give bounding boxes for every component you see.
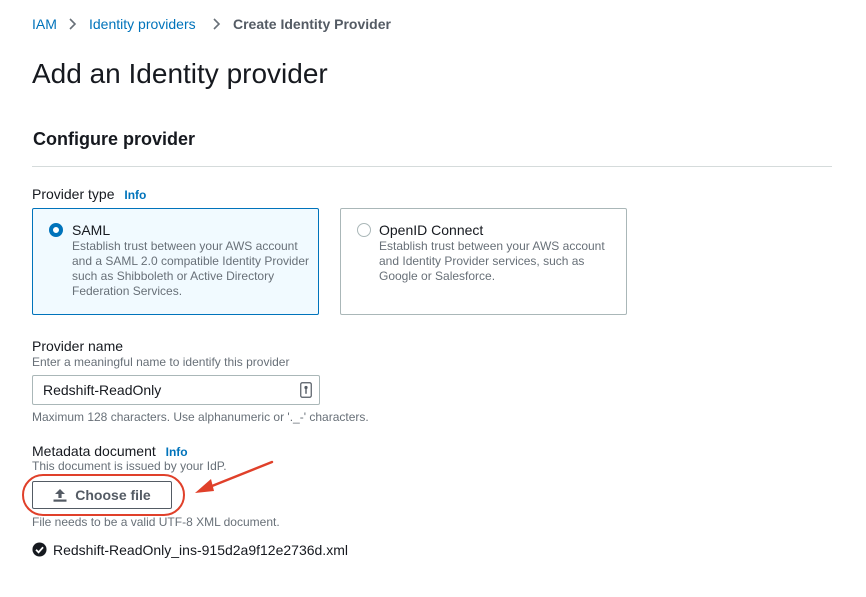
saml-title: SAML <box>72 222 111 238</box>
provider-name-constraint: Maximum 128 characters. Use alphanumeric… <box>32 410 369 424</box>
provider-type-saml-tile[interactable]: SAML Establish trust between your AWS ac… <box>32 208 319 315</box>
provider-name-input[interactable] <box>32 375 320 405</box>
provider-name-label: Provider name <box>32 338 124 354</box>
provider-type-label: Provider type Info <box>32 185 146 204</box>
upload-icon <box>53 488 67 502</box>
metadata-label-text: Metadata document <box>32 443 156 459</box>
chevron-right-icon <box>213 18 221 30</box>
provider-type-info-link[interactable]: Info <box>124 188 146 202</box>
page-title: Add an Identity provider <box>32 58 328 89</box>
saml-description: Establish trust between your AWS account… <box>72 239 310 298</box>
breadcrumb-current: Create Identity Provider <box>233 16 391 32</box>
provider-type-openid-tile[interactable]: OpenID Connect Establish trust between y… <box>340 208 627 315</box>
choose-file-label: Choose file <box>75 487 151 503</box>
saml-radio[interactable] <box>49 223 63 237</box>
openid-title: OpenID Connect <box>379 222 484 238</box>
choose-file-button[interactable]: Choose file <box>32 481 172 509</box>
key-icon <box>300 382 312 398</box>
section-divider <box>32 166 832 167</box>
breadcrumb-iam[interactable]: IAM <box>32 15 57 33</box>
provider-name-description: Enter a meaningful name to identify this… <box>32 355 290 369</box>
provider-type-label-text: Provider type <box>32 186 115 202</box>
section-title: Configure provider <box>33 129 196 149</box>
annotation-arrow <box>195 460 274 493</box>
status-success-icon <box>32 542 47 557</box>
uploaded-file-name: Redshift-ReadOnly_ins-915d2a9f12e2736d.x… <box>53 542 348 558</box>
breadcrumb-identity-providers[interactable]: Identity providers <box>89 15 196 33</box>
chevron-right-icon <box>69 18 77 30</box>
openid-description: Establish trust between your AWS account… <box>379 239 605 283</box>
openid-radio[interactable] <box>357 223 371 237</box>
metadata-constraint: File needs to be a valid UTF-8 XML docum… <box>32 515 280 529</box>
metadata-info-link[interactable]: Info <box>166 445 188 459</box>
